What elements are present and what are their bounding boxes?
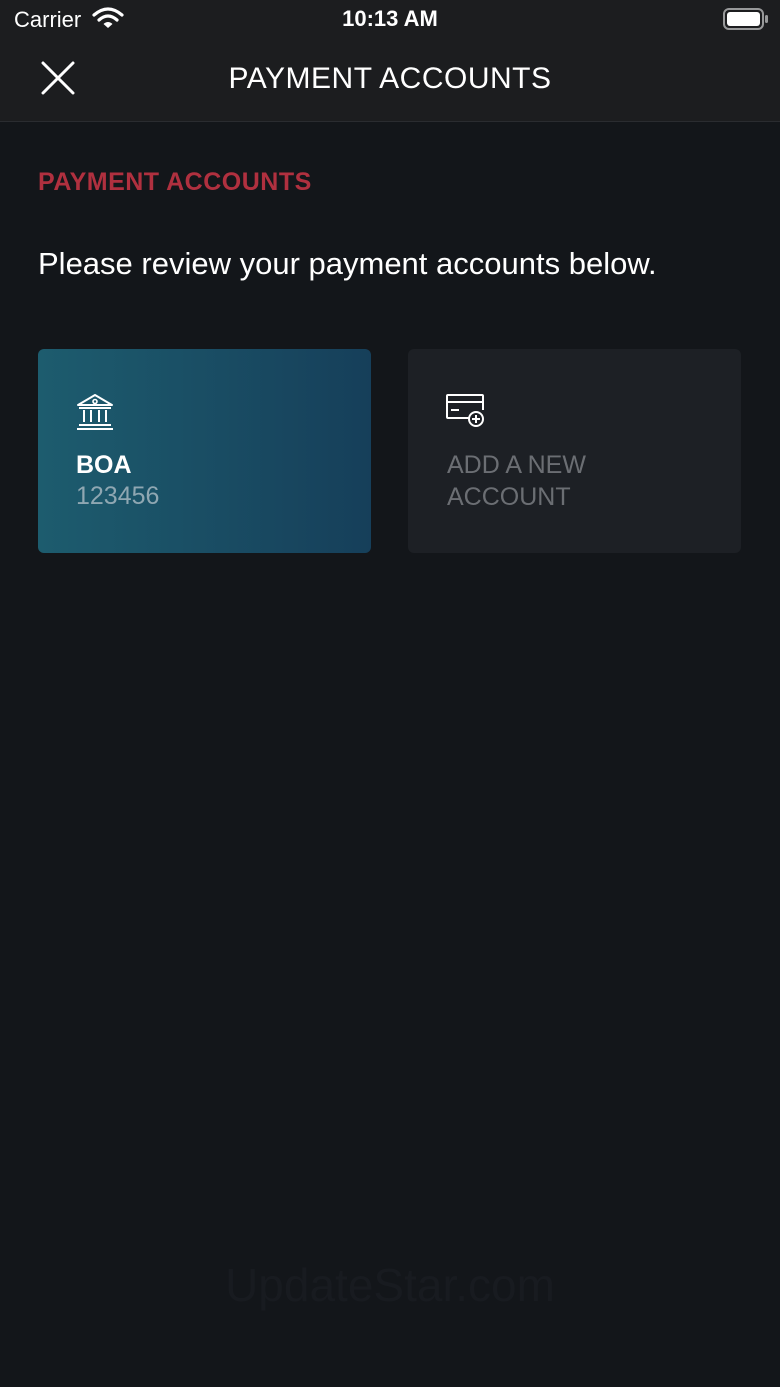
navigation-bar: PAYMENT ACCOUNTS: [0, 40, 780, 122]
add-card-icon: [445, 392, 485, 432]
intro-text: Please review your payment accounts belo…: [38, 246, 657, 281]
bank-icon: [75, 392, 115, 432]
status-time: 10:13 AM: [342, 6, 438, 31]
status-bar: Carrier 10:13 AM: [0, 0, 780, 40]
account-card-boa[interactable]: BOA 123456: [38, 349, 371, 553]
account-number: 123456: [76, 482, 160, 510]
battery-icon: [723, 8, 769, 32]
section-heading: PAYMENT ACCOUNTS: [38, 168, 312, 196]
page-title: PAYMENT ACCOUNTS: [228, 62, 552, 95]
watermark: UpdateStar.com: [225, 1259, 555, 1311]
add-account-card[interactable]: ADD A NEW ACCOUNT: [408, 349, 741, 553]
add-account-label: ADD A NEW ACCOUNT: [447, 451, 586, 511]
account-name: BOA: [76, 451, 132, 479]
